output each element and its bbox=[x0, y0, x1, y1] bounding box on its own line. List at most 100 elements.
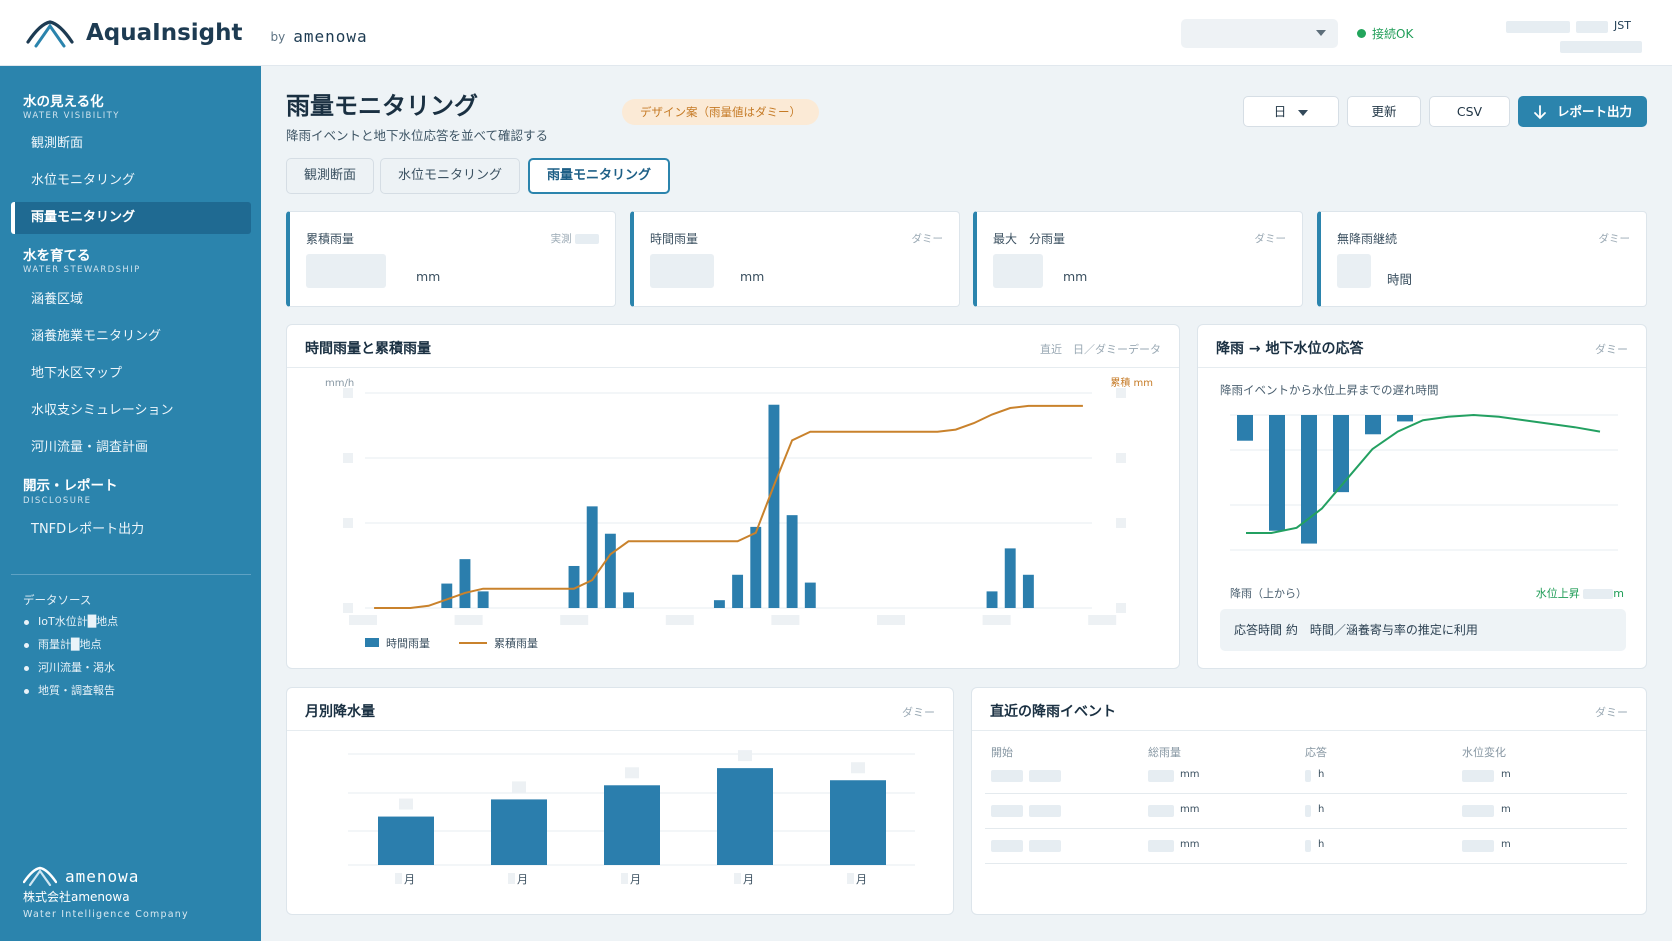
response-rain-bar bbox=[1269, 415, 1285, 531]
event-response-unit: h bbox=[1318, 769, 1325, 780]
y-right-tick-placeholder bbox=[1116, 453, 1126, 463]
user-info[interactable]: JST bbox=[1506, 19, 1646, 55]
monthly-rainfall-bar bbox=[491, 799, 547, 865]
datasource-title: データソース bbox=[23, 593, 92, 607]
footer-company: 株式会社amenowa bbox=[23, 890, 130, 904]
bar-value-placeholder bbox=[738, 750, 752, 762]
section-title-stewardship: 水を育てる bbox=[23, 248, 91, 264]
panel-rain-response: 降雨 → 地下水位の応答 ダミー 降雨イベントから水位上昇までの遅れ時間 降雨（… bbox=[1197, 324, 1647, 669]
sidebar-item-label: 涵養区域 bbox=[31, 292, 84, 307]
response-rain-bar bbox=[1397, 415, 1413, 422]
page-title: 雨量モニタリング bbox=[286, 91, 478, 120]
month-number-placeholder bbox=[621, 873, 628, 884]
event-response-unit: h bbox=[1318, 804, 1325, 815]
hourly-rainfall-bar bbox=[986, 591, 998, 608]
bar-value-placeholder bbox=[399, 798, 413, 810]
datetime-placeholder bbox=[1506, 21, 1570, 33]
x-tick-placeholder bbox=[349, 615, 377, 625]
tab-rainfall[interactable]: 雨量モニタリング bbox=[528, 158, 671, 194]
amenowa-logo-icon bbox=[23, 866, 57, 886]
sidebar-item-rainfall[interactable]: 雨量モニタリング bbox=[11, 202, 251, 234]
sidebar-item-label: 雨量モニタリング bbox=[31, 210, 136, 225]
x-tick-placeholder bbox=[665, 615, 694, 625]
table-header-divider bbox=[985, 758, 1627, 759]
panel-tag: ダミー bbox=[1595, 343, 1628, 356]
sidebar-item-groundwater-map[interactable]: 地下水区マップ bbox=[11, 358, 251, 390]
sidebar-item-recharge-monitoring[interactable]: 涵養施業モニタリング bbox=[11, 321, 251, 353]
sidebar-item-recharge-area[interactable]: 涵養区域 bbox=[11, 284, 251, 316]
status-text: 接続OK bbox=[1372, 27, 1414, 41]
month-label: 月 bbox=[630, 873, 641, 886]
kpi-value-placeholder bbox=[993, 254, 1043, 288]
legend-label-cumulative: 累積雨量 bbox=[494, 636, 538, 650]
legend-bar-swatch bbox=[365, 638, 379, 647]
panel-monthly-rainfall: 月別降水量 ダミー 月 月 月 月 月 bbox=[286, 687, 954, 915]
monthly-rainfall-bar bbox=[717, 768, 773, 865]
csv-button[interactable]: CSV bbox=[1429, 96, 1510, 127]
timezone-label: JST bbox=[1614, 19, 1631, 32]
sidebar-item-water-level[interactable]: 水位モニタリング bbox=[11, 165, 251, 197]
x-tick-placeholder bbox=[982, 615, 1011, 625]
kpi-tag: ダミー bbox=[1254, 233, 1287, 245]
site-select[interactable] bbox=[1181, 19, 1338, 48]
sidebar-item-label: TNFDレポート出力 bbox=[31, 522, 145, 537]
event-total-unit: mm bbox=[1180, 804, 1200, 815]
datasource-item: 地質・調査報告 bbox=[24, 682, 115, 698]
kpi-label: 最大 分雨量 bbox=[993, 232, 1066, 246]
sidebar-item-label: 地下水区マップ bbox=[31, 366, 123, 381]
kpi-tag: 実測 bbox=[551, 231, 599, 246]
kpi-label: 累積雨量 bbox=[306, 232, 355, 246]
panel-subtitle: 降雨イベントから水位上昇までの遅れ時間 bbox=[1220, 383, 1439, 397]
legend-label-hourly: 時間雨量 bbox=[386, 637, 430, 650]
aquainsight-logo-icon bbox=[26, 20, 74, 48]
event-time-placeholder bbox=[1029, 805, 1061, 817]
app-name: AquaInsight bbox=[86, 20, 243, 46]
sidebar-item-observation-section[interactable]: 観測断面 bbox=[11, 128, 251, 160]
panel-title: 直近の降雨イベント bbox=[990, 704, 1116, 720]
event-total-placeholder bbox=[1148, 840, 1174, 852]
panel-tag: 直近 日／ダミーデータ bbox=[1040, 343, 1161, 356]
event-response-placeholder bbox=[1305, 840, 1311, 852]
refresh-button[interactable]: 更新 bbox=[1347, 96, 1421, 127]
logo-by: by bbox=[270, 30, 286, 44]
sidebar-item-water-balance[interactable]: 水収支シミュレーション bbox=[11, 395, 251, 427]
hourly-rainfall-bar bbox=[768, 404, 780, 608]
period-select[interactable]: 日 bbox=[1243, 96, 1339, 127]
monthly-rainfall-bar bbox=[830, 780, 886, 865]
hourly-rainfall-bar bbox=[604, 533, 616, 608]
vendor-name: amenowa bbox=[293, 26, 368, 46]
kpi-tag: ダミー bbox=[911, 233, 944, 245]
app-header: AquaInsight by amenowa 接続OK JST bbox=[0, 0, 1672, 66]
event-response-placeholder bbox=[1305, 805, 1311, 817]
y-right-tick-placeholder bbox=[1116, 388, 1126, 398]
event-level-placeholder bbox=[1462, 770, 1494, 782]
report-export-button[interactable]: レポート出力 bbox=[1518, 96, 1647, 127]
kpi-unit: mm bbox=[740, 269, 765, 284]
month-label: 月 bbox=[517, 873, 528, 886]
x-tick-placeholder bbox=[771, 615, 800, 625]
x-tick-placeholder bbox=[877, 615, 905, 625]
sidebar-item-tnfd-report[interactable]: TNFDレポート出力 bbox=[11, 514, 251, 546]
sidebar-item-river-flow[interactable]: 河川流量・調査計画 bbox=[11, 432, 251, 464]
event-response-unit: h bbox=[1318, 839, 1325, 850]
tab-observation-section[interactable]: 観測断面 bbox=[286, 158, 375, 194]
tab-water-level[interactable]: 水位モニタリング bbox=[380, 158, 521, 194]
status-dot-icon bbox=[1357, 29, 1366, 38]
hourly-rainfall-bar bbox=[786, 515, 798, 608]
y-right-tick-placeholder bbox=[1116, 603, 1126, 613]
bar-value-placeholder bbox=[851, 762, 865, 774]
hourly-rainfall-bar bbox=[1022, 574, 1034, 608]
event-total-placeholder bbox=[1148, 805, 1174, 817]
app-logo[interactable]: AquaInsight by amenowa bbox=[26, 18, 368, 48]
hourly-rainfall-bar bbox=[713, 600, 725, 608]
hourly-rainfall-bar bbox=[732, 574, 744, 608]
bar-value-placeholder bbox=[512, 781, 526, 793]
panel-tag: ダミー bbox=[902, 706, 935, 719]
level-axis-label: 水位上昇 m bbox=[1535, 587, 1624, 600]
event-start-placeholder bbox=[991, 770, 1023, 782]
event-start-placeholder bbox=[991, 840, 1023, 852]
hourly-rainfall-bar bbox=[750, 526, 762, 608]
kpi-value-placeholder bbox=[650, 254, 714, 288]
connection-status: 接続OK bbox=[1357, 25, 1413, 42]
footer-tagline: Water Intelligence Company bbox=[23, 909, 189, 920]
